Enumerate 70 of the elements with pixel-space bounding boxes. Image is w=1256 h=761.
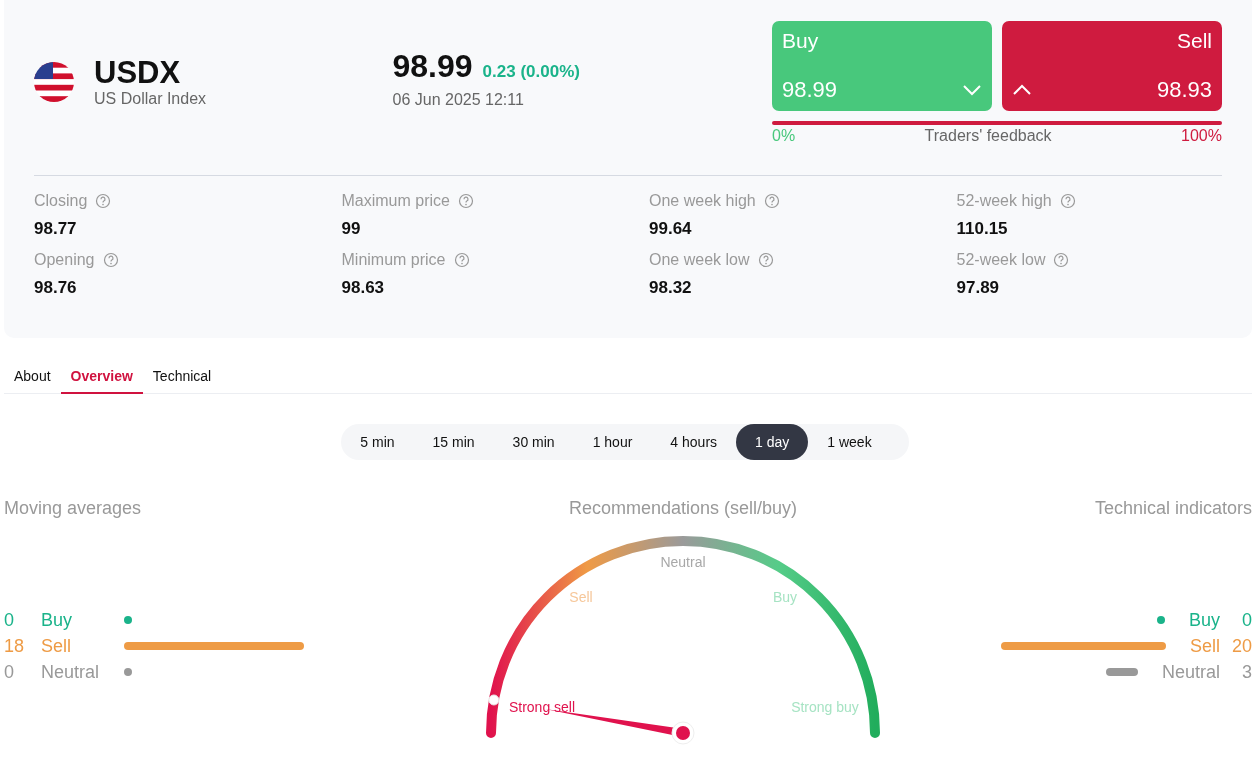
tally-label: Sell (41, 635, 72, 657)
price-change: 0.23 (0.00%) (482, 62, 580, 82)
stat-label: One week high (649, 192, 756, 210)
quote-datetime: 06 Jun 2025 12:11 (392, 91, 525, 109)
tab[interactable]: Technical (142, 366, 222, 394)
stat-value: 98.32 (649, 278, 693, 298)
stat-label: Closing (34, 192, 88, 210)
period-option[interactable]: 4 hours (651, 424, 737, 460)
period-option[interactable]: 1 hour (573, 424, 652, 460)
tally-label: Neutral (1161, 661, 1220, 683)
tally-bar (124, 668, 132, 676)
tab[interactable]: Overview (60, 366, 143, 394)
current-price: 98.99 (392, 48, 473, 85)
tally-bar (1156, 616, 1165, 624)
stat-label: 52-week high (956, 192, 1052, 210)
period-option[interactable]: 5 min (341, 424, 414, 460)
period-option[interactable]: 1 day (736, 424, 809, 460)
chevron-up-icon (1012, 84, 1032, 96)
help-icon[interactable] (763, 193, 780, 209)
tally-count: 3 (1241, 661, 1252, 683)
tally-count: 20 (1230, 635, 1252, 657)
stat-value: 99 (341, 219, 362, 239)
stat-label: Opening (34, 251, 95, 269)
section-title: Moving averages (4, 498, 143, 519)
help-icon[interactable] (102, 252, 119, 268)
tally-count: 18 (4, 635, 26, 657)
stat-value: 99.64 (649, 219, 693, 239)
stat-value: 98.63 (341, 278, 386, 298)
section-title: Technical indicators (1094, 498, 1252, 519)
gauge-label: Neutral (660, 554, 706, 570)
help-icon[interactable] (453, 252, 470, 268)
instrument-symbol: USDX (94, 56, 182, 90)
stat-value: 97.89 (956, 278, 1001, 298)
help-icon[interactable] (1053, 252, 1070, 268)
tally-count: 0 (4, 609, 15, 631)
feedback-min: 0% (772, 127, 796, 145)
tally-label: Buy (1188, 609, 1220, 631)
gauge-label: Buy (772, 589, 798, 605)
us-flag-icon (34, 62, 74, 102)
feedback-max: 100% (1181, 127, 1222, 145)
help-icon[interactable] (1059, 193, 1076, 209)
stat-label: One week low (649, 251, 750, 269)
instrument-name: US Dollar Index (94, 90, 207, 108)
period-option[interactable]: 1 week (808, 424, 891, 460)
stat-value: 98.77 (34, 219, 78, 239)
tally-label: Buy (41, 609, 74, 631)
gauge-label: Strong buy (791, 699, 859, 715)
tally-count: 0 (1241, 609, 1252, 631)
tally-label: Sell (1190, 635, 1220, 657)
tally-bar (1106, 668, 1138, 676)
gauge-label: Sell (569, 589, 593, 605)
tally-bar (124, 616, 132, 624)
tab[interactable]: About (4, 366, 61, 394)
period-option[interactable]: 15 min (413, 424, 494, 460)
help-icon[interactable] (457, 193, 474, 209)
stat-label: Minimum price (341, 251, 446, 269)
sell-button[interactable]: Sell 98.93 (1002, 21, 1222, 111)
stat-value: 110.15 (956, 219, 1009, 239)
period-option[interactable]: 30 min (493, 424, 574, 460)
section-title: Recommendations (sell/buy) (568, 498, 798, 519)
help-icon[interactable] (757, 252, 774, 268)
stat-label: 52-week low (956, 251, 1046, 269)
chevron-down-icon (962, 84, 982, 96)
help-icon[interactable] (95, 193, 112, 209)
tally-label: Neutral (41, 661, 101, 683)
stat-label: Maximum price (341, 192, 450, 210)
stat-value: 98.76 (34, 278, 78, 298)
feedback-label: Traders' feedback (924, 127, 1052, 145)
tally-count: 0 (4, 661, 15, 683)
gauge-label: Strong sell (508, 699, 576, 715)
